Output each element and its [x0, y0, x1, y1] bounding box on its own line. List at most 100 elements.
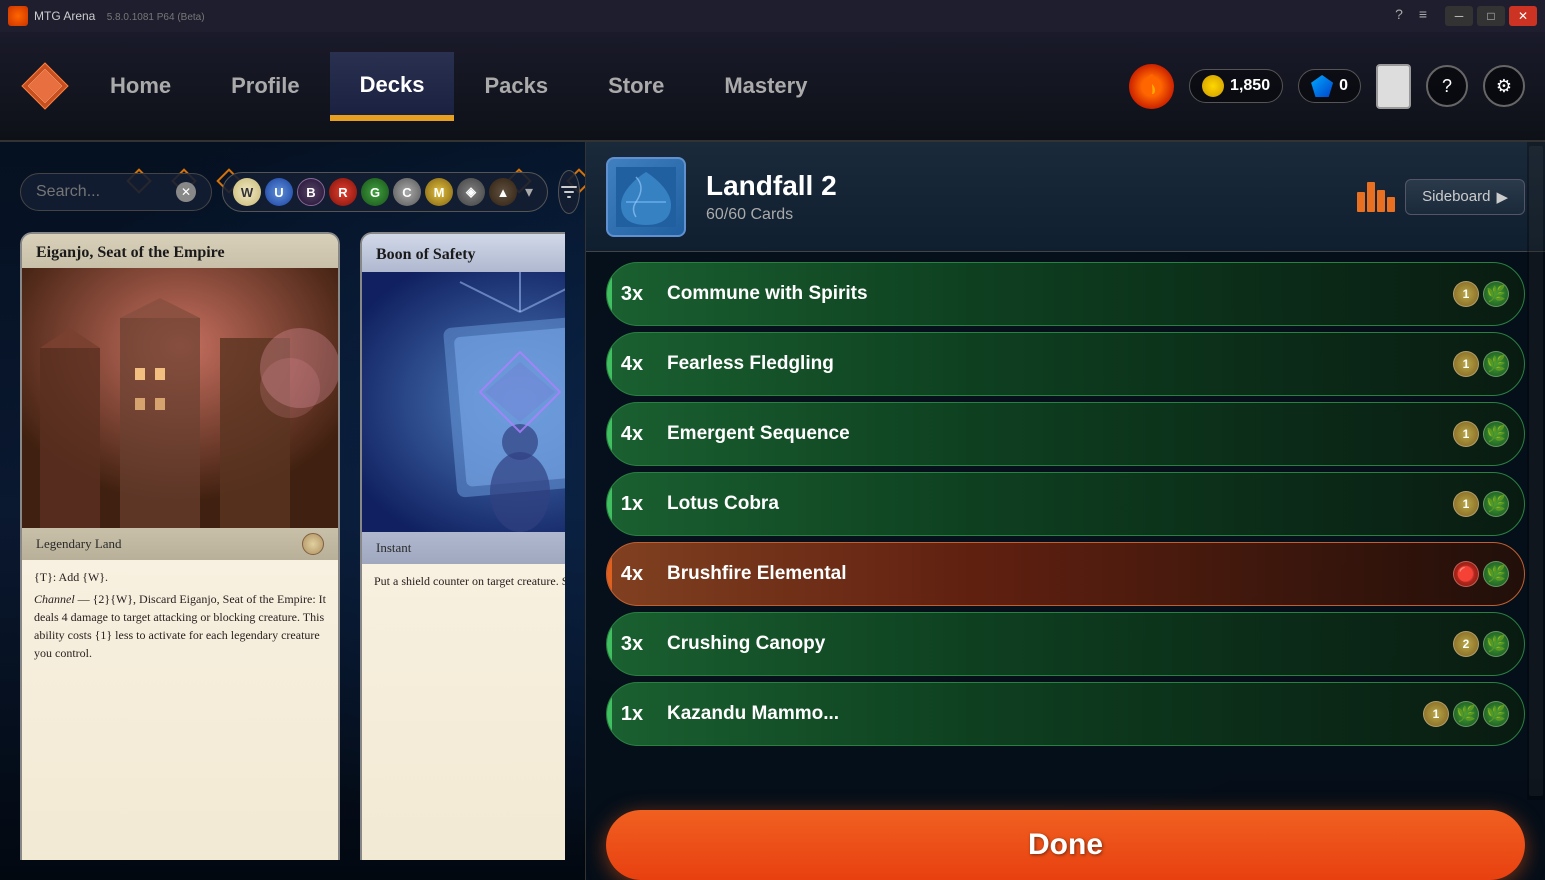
mana-sym-fledgling-1: 1 — [1453, 351, 1479, 377]
nav-mastery[interactable]: Mastery — [694, 53, 837, 119]
filter-bar: ✕ W U B R G C M ◈ ▲ ▾ — [20, 162, 565, 222]
main-content: ✕ W U B R G C M ◈ ▲ ▾ — [0, 142, 1545, 880]
titlebar: MTG Arena 5.8.0.1081 P64 (Beta) ? ≡ ─ □ … — [0, 0, 1545, 32]
version-label: 5.8.0.1081 P64 (Beta) — [107, 12, 205, 23]
mana-hybrid-filter[interactable]: ◈ — [457, 178, 485, 206]
entry-highlight-6 — [607, 613, 612, 675]
nav-home[interactable]: Home — [80, 53, 201, 119]
card-mana-commune: 1 🌿 — [1453, 281, 1524, 307]
search-input[interactable] — [36, 183, 176, 201]
menu-icon[interactable]: ≡ — [1413, 6, 1433, 26]
chart-bar-1 — [1357, 192, 1365, 212]
mana-land-filter[interactable]: ▲ — [489, 178, 517, 206]
done-button[interactable]: Done — [606, 810, 1525, 880]
gem-currency[interactable]: 0 — [1298, 69, 1361, 103]
search-clear-button[interactable]: ✕ — [176, 182, 196, 202]
mana-sym-commune-1: 1 — [1453, 281, 1479, 307]
mana-filter-dropdown[interactable]: ▾ — [521, 182, 537, 202]
gold-icon — [1202, 75, 1224, 97]
card-name-eiganjo: Eiganjo, Seat of the Empire — [36, 244, 225, 262]
mana-gold-filter[interactable]: M — [425, 178, 453, 206]
card-entry-commune[interactable]: 3x Commune with Spirits 1 🌿 — [606, 262, 1525, 326]
entry-highlight-1 — [607, 263, 612, 325]
app-logo — [20, 61, 70, 111]
nav-packs[interactable]: Packs — [454, 53, 578, 119]
card-boon[interactable]: Boon of Safety W — [360, 232, 565, 860]
right-scrollbar[interactable] — [1527, 142, 1545, 800]
card-entry-emergent[interactable]: 4x Emergent Sequence 1 🌿 — [606, 402, 1525, 466]
card-entry-fledgling[interactable]: 4x Fearless Fledgling 1 🌿 — [606, 332, 1525, 396]
nav-decks[interactable]: Decks — [330, 52, 455, 121]
mana-black-filter[interactable]: B — [297, 178, 325, 206]
entry-highlight-3 — [607, 403, 612, 465]
help-button[interactable]: ? — [1426, 65, 1468, 107]
card-entry-name-emergent: Emergent Sequence — [657, 423, 1453, 445]
sideboard-arrow: ▶ — [1496, 188, 1508, 206]
nav-store[interactable]: Store — [578, 53, 694, 119]
mana-sym-emergent-2: 🌿 — [1483, 421, 1509, 447]
chart-bar-3 — [1377, 190, 1385, 212]
sort-filter-button[interactable] — [558, 170, 580, 214]
card-entry-cobra[interactable]: 1x Lotus Cobra 1 🌿 — [606, 472, 1525, 536]
card-count-kazandu: 1x — [607, 703, 657, 726]
chart-icon — [1357, 182, 1395, 212]
card-count-canopy: 3x — [607, 633, 657, 656]
mana-blue-filter[interactable]: U — [265, 178, 293, 206]
card-text-boon: Put a shield counter on target creature.… — [362, 564, 565, 860]
mana-sym-kazandu-3: 🌿 — [1483, 701, 1509, 727]
card-entry-name-canopy: Crushing Canopy — [657, 633, 1453, 655]
entry-highlight-7 — [607, 683, 612, 745]
mana-green-filter[interactable]: G — [361, 178, 389, 206]
card-entry-name-fledgling: Fearless Fledgling — [657, 353, 1453, 375]
mana-sym-canopy-2: 🌿 — [1483, 631, 1509, 657]
card-entry-canopy[interactable]: 3x Crushing Canopy 2 🌿 — [606, 612, 1525, 676]
card-icon[interactable] — [1376, 64, 1411, 109]
nav-profile[interactable]: Profile — [201, 53, 329, 119]
app-icon — [8, 6, 28, 26]
card-count-cobra: 1x — [607, 493, 657, 516]
mana-sym-brushfire-1: 🔴 — [1453, 561, 1479, 587]
mana-colorless-filter[interactable]: C — [393, 178, 421, 206]
card-mana-kazandu: 1 🌿 🌿 — [1423, 701, 1524, 727]
card-entry-name-kazandu: Kazandu Mammo... — [657, 703, 1423, 725]
sideboard-button[interactable]: Sideboard ▶ — [1405, 179, 1525, 215]
mana-sym-emergent-1: 1 — [1453, 421, 1479, 447]
close-btn[interactable]: ✕ — [1509, 6, 1537, 26]
entry-highlight-2 — [607, 333, 612, 395]
card-type-icon-eiganjo — [302, 533, 324, 555]
settings-button[interactable]: ⚙ — [1483, 65, 1525, 107]
card-type-eiganjo: Legendary Land — [36, 536, 122, 552]
mana-sym-cobra-2: 🌿 — [1483, 491, 1509, 517]
card-entry-brushfire[interactable]: 4x Brushfire Elemental 🔴 🌿 — [606, 542, 1525, 606]
deck-thumbnail[interactable] — [606, 157, 686, 237]
entry-highlight-4 — [607, 473, 612, 535]
card-entry-kazandu[interactable]: 1x Kazandu Mammo... 1 🌿 🌿 — [606, 682, 1525, 746]
card-eiganjo[interactable]: Eiganjo, Seat of the Empire — [20, 232, 340, 860]
fire-icon[interactable] — [1129, 64, 1174, 109]
minimize-btn[interactable]: ─ — [1445, 6, 1473, 26]
card-image-boon — [362, 272, 565, 532]
mana-filter: W U B R G C M ◈ ▲ ▾ — [222, 172, 548, 212]
card-mana-fledgling: 1 🌿 — [1453, 351, 1524, 377]
mana-sym-brushfire-2: 🌿 — [1483, 561, 1509, 587]
mana-sym-commune-2: 🌿 — [1483, 281, 1509, 307]
help-icon[interactable]: ? — [1389, 6, 1409, 26]
card-mana-emergent: 1 🌿 — [1453, 421, 1524, 447]
deck-panel: Landfall 2 60/60 Cards Sideboard ▶ — [585, 142, 1545, 880]
gold-currency[interactable]: 1,850 — [1189, 69, 1283, 103]
chart-bar-2 — [1367, 182, 1375, 212]
gem-amount: 0 — [1339, 77, 1348, 95]
card-entry-name-commune: Commune with Spirits — [657, 283, 1453, 305]
mana-white-filter[interactable]: W — [233, 178, 261, 206]
nav-right: 1,850 0 ? ⚙ — [1129, 64, 1525, 109]
gold-amount: 1,850 — [1230, 77, 1270, 95]
entry-highlight-5 — [607, 543, 612, 605]
search-box[interactable]: ✕ — [20, 173, 212, 211]
maximize-btn[interactable]: □ — [1477, 6, 1505, 26]
card-mana-cobra: 1 🌿 — [1453, 491, 1524, 517]
mana-red-filter[interactable]: R — [329, 178, 357, 206]
card-mana-canopy: 2 🌿 — [1453, 631, 1524, 657]
card-count-fledgling: 4x — [607, 353, 657, 376]
mana-sym-kazandu-2: 🌿 — [1453, 701, 1479, 727]
mana-sym-kazandu-1: 1 — [1423, 701, 1449, 727]
